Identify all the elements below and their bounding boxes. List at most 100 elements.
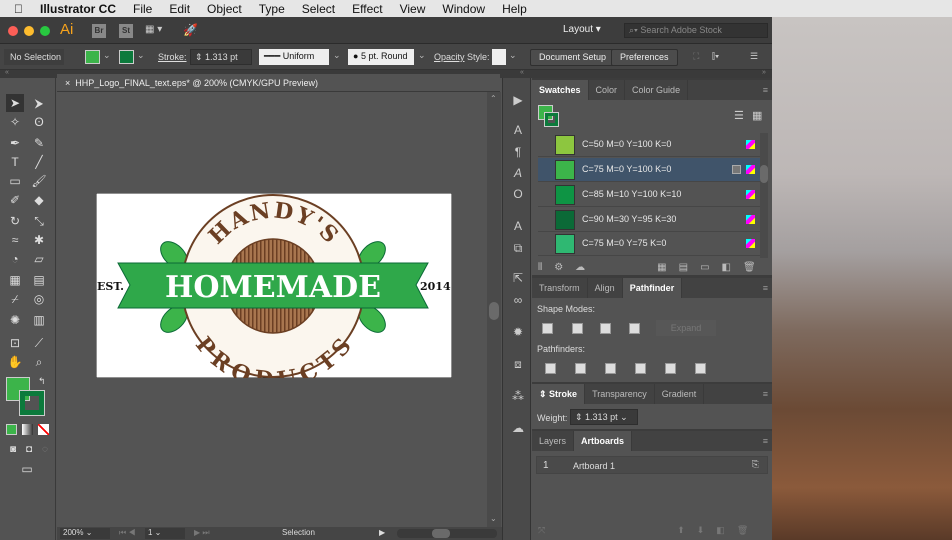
rearrange-artboards-icon[interactable]: ⤧ [538,525,545,536]
move-down-icon[interactable]: ⬇ [697,525,705,536]
stroke-weight-input[interactable]: ⇕ 1.313 pt ⌄ [570,409,638,425]
collapse-tools-icon[interactable]: « [5,69,9,76]
stroke-color-box[interactable] [19,390,45,416]
artboard[interactable]: HANDY'S PRODUCTS HOMEMADE EST. 2014 [96,193,452,378]
merge-icon[interactable] [605,363,616,374]
control-menu-icon[interactable]: ☰ [750,51,758,62]
transform-icon[interactable]: ⛶ [693,51,699,62]
artboards-icon[interactable]: ⧈ [510,356,526,372]
tab-transparency[interactable]: Transparency [585,384,655,404]
mesh-tool-icon[interactable]: ▦ [6,271,24,289]
puppet-warp-tool-icon[interactable]: ✱ [30,231,48,249]
line-tool-icon[interactable]: ╱ [30,153,48,171]
move-up-icon[interactable]: ⬆ [677,525,685,536]
eraser-tool-icon[interactable]: ◆ [30,191,48,209]
magic-wand-tool-icon[interactable]: ✧ [6,113,24,131]
panel-menu-icon[interactable]: ≡ [763,85,768,95]
draw-inside-icon[interactable]: ◌ [36,441,54,459]
rotate-tool-icon[interactable]: ↻ [6,212,24,230]
menu-file[interactable]: File [133,2,152,16]
cc-libraries-icon[interactable]: ☁ [510,420,526,436]
swatch-row[interactable]: C=75 M=0 Y=75 K=0 [538,232,762,256]
chevron-down-icon[interactable]: ⌄ [137,50,145,61]
workspace-switcher[interactable]: Layout ▾ [563,24,601,35]
swatch-libraries-icon[interactable]: ⫴ [538,262,542,273]
paintbrush-tool-icon[interactable]: 🖌 [30,172,48,190]
zoom-window-button[interactable] [40,26,50,36]
fill-color-swatch[interactable] [85,50,100,64]
thumbnail-view-icon[interactable]: ▦ [752,109,762,122]
graphic-style-swatch[interactable] [492,49,506,65]
unite-icon[interactable] [542,323,553,334]
exclude-icon[interactable] [629,323,640,334]
tab-transform[interactable]: Transform [532,278,588,298]
tab-artboards[interactable]: Artboards [574,431,633,451]
preferences-button[interactable]: Preferences [611,49,678,66]
vertical-scrollbar[interactable]: ⌃ ⌄ [487,92,501,527]
last-artboard-icon[interactable]: ▶ ⏭ [194,528,210,538]
perspective-grid-tool-icon[interactable]: ▱ [30,250,48,268]
swatches-scrollbar[interactable] [760,133,768,258]
minimize-window-button[interactable] [24,26,34,36]
swatch-stroke-indicator[interactable] [544,112,559,127]
swatch-row[interactable]: C=85 M=10 Y=100 K=10 [538,183,762,207]
symbols-icon[interactable]: ⁂ [510,388,526,404]
swap-colors-icon[interactable]: ↰ [38,376,46,387]
type-tool-icon[interactable]: T [6,153,24,171]
screen-mode-icon[interactable]: ▭ [18,460,36,478]
zoom-level-field[interactable]: 200% ⌄ [60,528,110,539]
divide-icon[interactable] [545,363,556,374]
panel-menu-icon[interactable]: ≡ [763,283,768,293]
swatch-options-icon[interactable]: ▦ [657,262,666,273]
delete-swatch-icon[interactable]: 🗑 [743,262,756,273]
scale-tool-icon[interactable]: ⤡ [30,212,48,230]
swatch-row[interactable]: C=90 M=30 Y=95 K=30 [538,208,762,232]
eyedropper-tool-icon[interactable]: ⌿ [6,290,24,308]
stroke-label[interactable]: Stroke: [158,52,187,62]
scroll-up-icon[interactable]: ⌃ [490,94,497,103]
menu-app[interactable]: Illustrator CC [40,2,116,16]
menu-select[interactable]: Select [302,2,335,16]
chevron-down-icon[interactable]: ⌄ [509,50,517,61]
stock-search-input[interactable]: ⌕▾ Search Adobe Stock [624,23,768,38]
artboard-name[interactable]: Artboard 1 [573,461,615,471]
panel-menu-icon[interactable]: ≡ [763,436,768,446]
artboard-options-icon[interactable]: ⎘ [752,459,759,470]
tab-color[interactable]: Color [589,80,626,100]
menu-view[interactable]: View [400,2,426,16]
glyphs-icon[interactable]: A [510,165,526,181]
apple-icon[interactable]:  [14,2,23,16]
bridge-button[interactable]: Br [92,24,106,38]
variable-width-profile[interactable]: ━━━ Uniform [259,49,329,65]
width-tool-icon[interactable]: ≈ [6,231,24,249]
collapse-icons-icon[interactable]: « [520,69,524,76]
menu-type[interactable]: Type [259,2,285,16]
menu-window[interactable]: Window [442,2,485,16]
align-icon[interactable]: ⫿▾ [712,51,719,62]
cc-library-icon[interactable]: ☁ [575,262,585,273]
swatch-row-selected[interactable]: C=75 M=0 Y=100 K=0 [538,158,762,182]
list-view-icon[interactable]: ☰ [734,109,744,122]
direct-selection-tool-icon[interactable]: ⮞ [30,94,48,112]
export-icon[interactable]: ⇱ [510,270,526,286]
tab-align[interactable]: Align [588,278,623,298]
appearance-icon[interactable]: ✹ [510,324,526,340]
gpu-performance-icon[interactable]: 🚀 [183,23,198,37]
stroke-weight-field[interactable]: ⇕ 1.313 pt ⌄ [190,49,252,76]
color-mode-icon[interactable] [6,424,17,435]
scroll-thumb[interactable] [760,165,768,183]
outline-icon[interactable] [665,363,676,374]
menu-effect[interactable]: Effect [352,2,382,16]
actions-icon[interactable]: ▶ [510,92,526,108]
paragraph-icon[interactable]: ¶ [510,144,526,160]
shape-builder-tool-icon[interactable]: ◔ [6,250,24,268]
menu-help[interactable]: Help [502,2,527,16]
panel-menu-icon[interactable]: ≡ [763,389,768,399]
delete-artboard-icon[interactable]: 🗑 [737,525,748,536]
tab-gradient[interactable]: Gradient [655,384,705,404]
links-icon[interactable]: ∞ [510,292,526,308]
menu-object[interactable]: Object [207,2,242,16]
close-tab-icon[interactable]: × [65,78,70,88]
symbol-sprayer-tool-icon[interactable]: ✺ [6,311,24,329]
character-styles-icon[interactable]: A [510,218,526,234]
